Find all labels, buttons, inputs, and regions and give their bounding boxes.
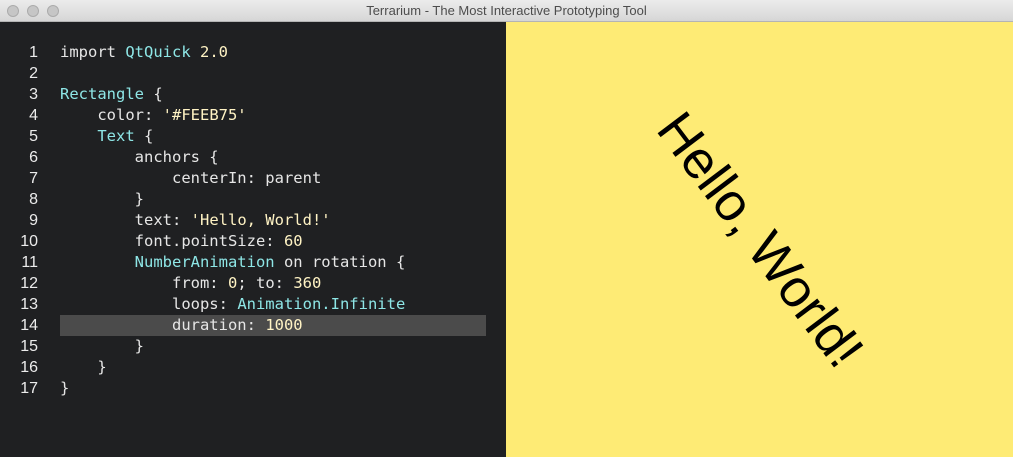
line-number: 2 bbox=[29, 65, 38, 82]
window-title: Terrarium - The Most Interactive Prototy… bbox=[366, 3, 647, 18]
line-number: 9 bbox=[29, 212, 38, 229]
code-line[interactable]: color: '#FEEB75' bbox=[60, 105, 506, 126]
code-token: 'Hello, World!' bbox=[190, 211, 331, 229]
code-token: Animation.Infinite bbox=[237, 295, 406, 313]
code-token: NumberAnimation bbox=[134, 253, 275, 271]
line-number: 14 bbox=[20, 317, 38, 334]
code-line[interactable]: from: 0; to: 360 bbox=[60, 273, 506, 294]
code-token: on rotation { bbox=[274, 253, 406, 271]
code-token: loops: bbox=[60, 295, 238, 313]
code-token: 0 bbox=[227, 274, 238, 292]
code-token: font.pointSize: bbox=[60, 232, 284, 250]
code-line[interactable]: loops: Animation.Infinite bbox=[60, 294, 506, 315]
line-number: 16 bbox=[20, 359, 38, 376]
code-token: from: bbox=[60, 274, 228, 292]
code-line[interactable]: } bbox=[60, 378, 506, 399]
code-token: import bbox=[60, 43, 126, 61]
line-number: 5 bbox=[29, 128, 38, 145]
code-line[interactable]: text: 'Hello, World!' bbox=[60, 210, 506, 231]
code-editor[interactable]: 1 2 3 4 5 6 7 8 9 10 11 12 13 14 15 16 17 import QtQuick… bbox=[0, 22, 506, 457]
line-number: 7 bbox=[29, 170, 38, 187]
line-number: 8 bbox=[29, 191, 38, 208]
line-number: 3 bbox=[29, 86, 38, 103]
code-line[interactable]: anchors { bbox=[60, 147, 506, 168]
code-line[interactable]: Rectangle { bbox=[60, 84, 506, 105]
code-token: '#FEEB75' bbox=[162, 106, 247, 124]
code-line[interactable]: } bbox=[60, 336, 506, 357]
app-window: Terrarium - The Most Interactive Prototy… bbox=[0, 0, 1013, 457]
title-bar: Terrarium - The Most Interactive Prototy… bbox=[0, 0, 1013, 22]
code-token: anchors { bbox=[60, 148, 219, 166]
code-token: text: bbox=[60, 211, 191, 229]
code-token: 360 bbox=[293, 274, 322, 292]
line-number: 12 bbox=[20, 275, 38, 292]
code-line[interactable]: NumberAnimation on rotation { bbox=[60, 252, 506, 273]
code-line-current[interactable]: duration: 1000 bbox=[60, 315, 486, 336]
code-text-area[interactable]: import QtQuick 2.0 Rectangle { color: '#… bbox=[60, 42, 506, 399]
code-line[interactable]: } bbox=[60, 357, 506, 378]
code-token: centerIn: parent bbox=[60, 169, 322, 187]
code-token: Rectangle bbox=[60, 85, 144, 103]
preview-hello-world-text: Hello, World! bbox=[644, 100, 875, 379]
live-preview-pane: Hello, World! bbox=[506, 22, 1013, 457]
line-number: 17 bbox=[20, 380, 38, 397]
line-number: 1 bbox=[29, 44, 38, 61]
code-token: } bbox=[60, 337, 144, 355]
code-line[interactable]: centerIn: parent bbox=[60, 168, 506, 189]
code-token: { bbox=[144, 85, 163, 103]
code-token: color: bbox=[60, 106, 163, 124]
line-number: 15 bbox=[20, 338, 38, 355]
code-token: 2.0 bbox=[200, 43, 228, 61]
code-token: 60 bbox=[283, 232, 303, 250]
code-line[interactable]: Text { bbox=[60, 126, 506, 147]
code-token: } bbox=[60, 379, 70, 397]
line-number: 4 bbox=[29, 107, 38, 124]
line-number-gutter: 1 2 3 4 5 6 7 8 9 10 11 12 13 14 15 16 17 bbox=[0, 42, 40, 399]
code-token: } bbox=[60, 358, 107, 376]
line-number: 6 bbox=[29, 149, 38, 166]
code-line[interactable] bbox=[60, 63, 506, 84]
code-token: QtQuick bbox=[125, 43, 191, 61]
line-number: 11 bbox=[21, 254, 38, 271]
line-number: 10 bbox=[20, 233, 38, 250]
line-number: 13 bbox=[20, 296, 38, 313]
code-token: { bbox=[134, 127, 154, 145]
code-token: duration: bbox=[60, 316, 266, 334]
code-line[interactable]: font.pointSize: 60 bbox=[60, 231, 506, 252]
code-token: Text bbox=[97, 127, 135, 145]
code-line[interactable]: import QtQuick 2.0 bbox=[60, 42, 506, 63]
code-line[interactable]: } bbox=[60, 189, 506, 210]
code-token: 1000 bbox=[265, 316, 303, 334]
code-token: ; to: bbox=[237, 274, 294, 292]
code-token: } bbox=[60, 190, 144, 208]
